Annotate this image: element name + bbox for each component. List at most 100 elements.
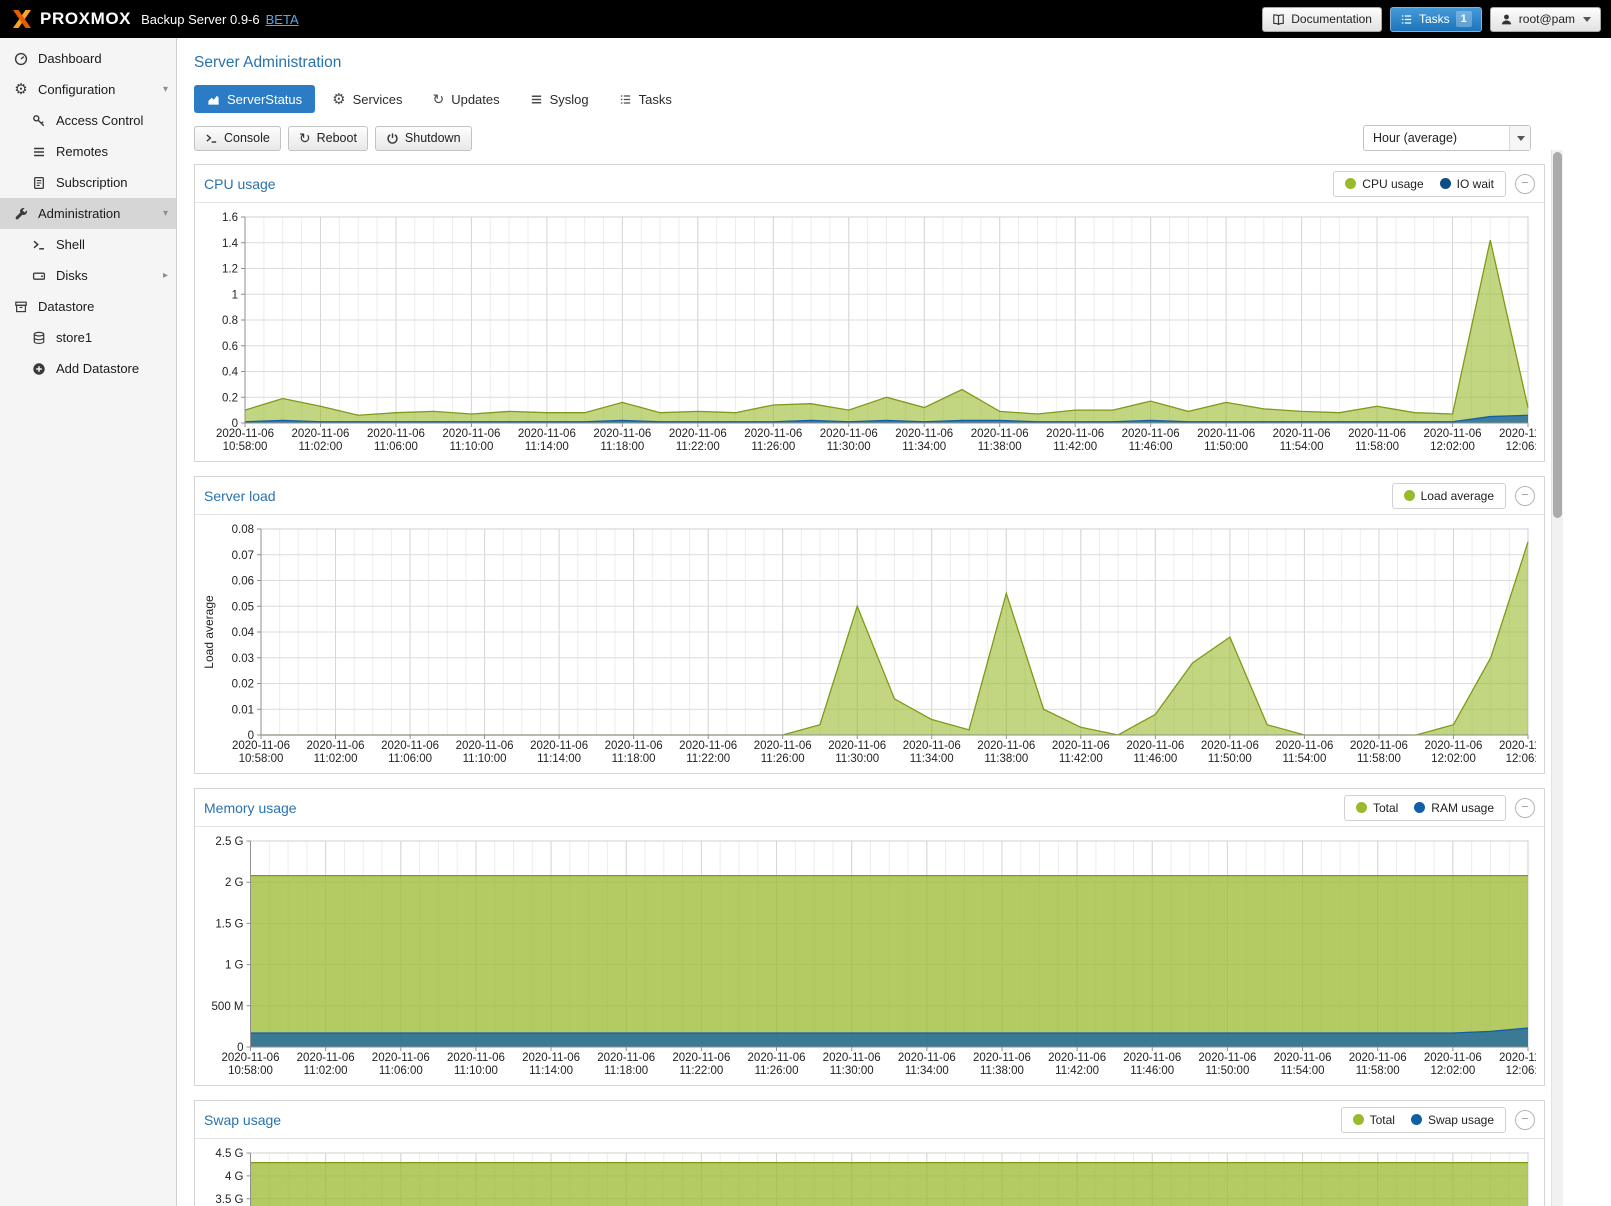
toolbar: Console ↻Reboot Shutdown Hour (average) [194, 125, 1594, 151]
tab-tasks[interactable]: Tasks [606, 85, 685, 113]
svg-text:11:38:00: 11:38:00 [980, 1065, 1024, 1077]
time-range-select[interactable]: Hour (average) [1363, 125, 1531, 151]
tab-label: Syslog [550, 92, 589, 107]
svg-text:11:18:00: 11:18:00 [612, 753, 656, 765]
tab-syslog[interactable]: Syslog [517, 85, 602, 113]
legend-item-cpu-usage[interactable]: CPU usage [1345, 177, 1423, 191]
chevron-down-icon[interactable] [1509, 126, 1530, 150]
collapse-panel-button[interactable]: − [1515, 486, 1535, 506]
svg-text:11:58:00: 11:58:00 [1355, 441, 1399, 453]
documentation-button[interactable]: Documentation [1262, 7, 1382, 32]
svg-text:11:38:00: 11:38:00 [984, 753, 1028, 765]
reboot-button[interactable]: ↻Reboot [288, 126, 368, 151]
chevron-right-icon[interactable]: ▸ [163, 270, 168, 281]
svg-text:2020-11-06: 2020-11-06 [895, 428, 953, 440]
legend-item-total[interactable]: Total [1356, 801, 1398, 815]
add-icon [30, 362, 48, 376]
user-icon [1500, 13, 1513, 26]
svg-text:0.4: 0.4 [222, 367, 239, 379]
sidebar-item-store1[interactable]: store1 [0, 322, 176, 353]
tab-serverstatus[interactable]: ServerStatus [194, 85, 315, 113]
svg-text:11:58:00: 11:58:00 [1357, 753, 1401, 765]
svg-text:1.2: 1.2 [222, 264, 238, 276]
svg-text:12:02:00: 12:02:00 [1431, 753, 1476, 765]
svg-text:11:06:00: 11:06:00 [388, 753, 432, 765]
sidebar-item-dashboard[interactable]: Dashboard [0, 43, 176, 74]
svg-text:11:34:00: 11:34:00 [905, 1065, 949, 1077]
sidebar-item-administration[interactable]: Administration ▾ [0, 198, 176, 229]
svg-text:2020-11-06: 2020-11-06 [1048, 1052, 1106, 1064]
sidebar-item-datastore[interactable]: Datastore [0, 291, 176, 322]
server-load-legend: Load average [1392, 483, 1506, 509]
datastore-icon [12, 300, 30, 314]
tab-label: ServerStatus [227, 92, 302, 107]
sidebar-item-label: store1 [56, 330, 92, 345]
tab-label: Services [353, 92, 403, 107]
sidebar-item-disks[interactable]: Disks ▸ [0, 260, 176, 291]
sidebar-item-access-control[interactable]: Access Control [0, 105, 176, 136]
shutdown-button[interactable]: Shutdown [375, 126, 472, 151]
svg-text:2020-11-06: 2020-11-06 [1274, 1052, 1332, 1064]
list-icon [30, 145, 48, 159]
legend-dot-icon [1404, 490, 1415, 501]
sidebar-item-label: Disks [56, 268, 88, 283]
sidebar-item-shell[interactable]: Shell [0, 229, 176, 260]
documentation-label: Documentation [1291, 12, 1372, 26]
legend-item-load-average[interactable]: Load average [1404, 489, 1494, 503]
svg-text:12:02:00: 12:02:00 [1430, 1065, 1475, 1077]
sidebar-item-subscription[interactable]: Subscription [0, 167, 176, 198]
memory-usage-legend: Total RAM usage [1344, 795, 1506, 821]
beta-link[interactable]: BETA [266, 12, 299, 27]
svg-text:2020-11-06: 2020-11-06 [593, 428, 651, 440]
dashboard-icon [12, 52, 30, 66]
sidebar-item-add-datastore[interactable]: Add Datastore [0, 353, 176, 384]
tab-updates[interactable]: ↻Updates [419, 85, 512, 113]
refresh-icon: ↻ [432, 92, 444, 106]
cpu-usage-legend: CPU usage IO wait [1333, 171, 1506, 197]
chevron-down-icon[interactable]: ▾ [163, 84, 168, 95]
panel-title: Memory usage [204, 800, 297, 816]
tasks-label: Tasks [1419, 12, 1450, 26]
legend-item-swap-usage[interactable]: Swap usage [1411, 1113, 1494, 1127]
scrollbar-thumb[interactable] [1553, 152, 1562, 518]
cpu-usage-panel-header: CPU usageCPU usage IO wait− [195, 165, 1544, 203]
svg-text:11:22:00: 11:22:00 [686, 753, 730, 765]
wrench-icon [12, 207, 30, 221]
legend-item-ram-usage[interactable]: RAM usage [1414, 801, 1494, 815]
svg-text:11:10:00: 11:10:00 [449, 441, 493, 453]
svg-text:11:14:00: 11:14:00 [537, 753, 581, 765]
swap-usage-chart: 0500 M1 G1.5 G2 G2.5 G3 G3.5 G4 G4.5 G20… [201, 1143, 1536, 1206]
sidebar-item-configuration[interactable]: ⚙Configuration▾ [0, 74, 176, 105]
tab-services[interactable]: ⚙Services [319, 85, 415, 113]
tasks-button[interactable]: Tasks 1 [1390, 7, 1482, 32]
legend-item-io-wait[interactable]: IO wait [1440, 177, 1494, 191]
user-menu-button[interactable]: root@pam [1490, 7, 1601, 32]
chart-icon [207, 93, 220, 106]
console-button[interactable]: Console [194, 126, 281, 151]
svg-text:1 G: 1 G [225, 960, 244, 972]
tasklist-icon [1400, 13, 1413, 26]
svg-text:2020-11-06: 2020-11-06 [381, 740, 439, 752]
legend-item-total[interactable]: Total [1353, 1113, 1395, 1127]
svg-text:11:54:00: 11:54:00 [1282, 753, 1326, 765]
svg-text:2020-11-06: 2020-11-06 [973, 1052, 1031, 1064]
tasklist-icon [619, 93, 632, 106]
legend-label: Total [1373, 801, 1398, 815]
proxmox-x-icon [10, 7, 34, 31]
sidebar-item-label: Shell [56, 237, 85, 252]
swap-usage-panel-header: Swap usageTotalSwap usage− [195, 1101, 1544, 1139]
collapse-panel-button[interactable]: − [1515, 798, 1535, 818]
svg-text:11:10:00: 11:10:00 [454, 1065, 498, 1077]
chevron-down-icon[interactable]: ▾ [163, 208, 168, 219]
user-label: root@pam [1519, 12, 1575, 26]
svg-text:11:54:00: 11:54:00 [1280, 441, 1324, 453]
vertical-scrollbar[interactable] [1551, 150, 1563, 1206]
svg-text:11:54:00: 11:54:00 [1281, 1065, 1325, 1077]
collapse-panel-button[interactable]: − [1515, 1110, 1535, 1130]
book-icon [1272, 13, 1285, 26]
sidebar-item-label: Administration [38, 206, 120, 221]
sidebar-item-remotes[interactable]: Remotes [0, 136, 176, 167]
svg-text:2020-11-06: 2020-11-06 [456, 740, 514, 752]
svg-text:2020-11-06: 2020-11-06 [1499, 1052, 1536, 1064]
collapse-panel-button[interactable]: − [1515, 174, 1535, 194]
